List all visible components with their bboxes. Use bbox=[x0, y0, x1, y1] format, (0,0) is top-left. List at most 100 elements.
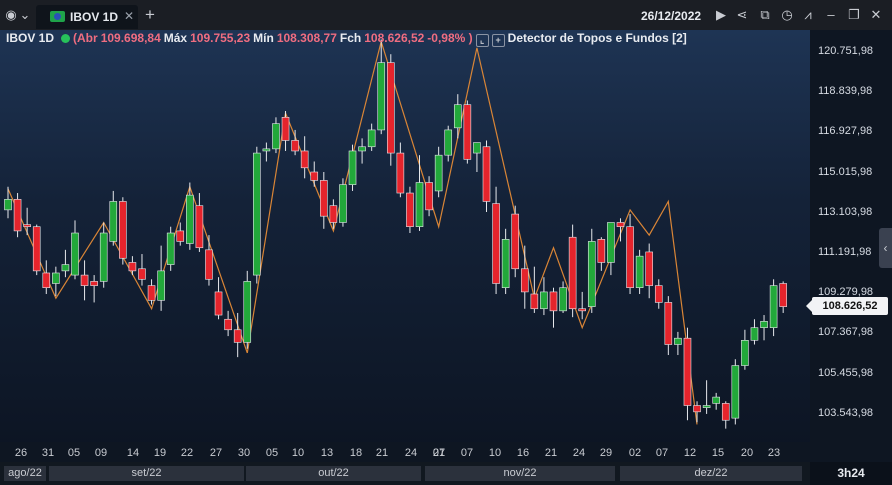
candle-body-down bbox=[693, 405, 701, 413]
candle bbox=[367, 123, 376, 151]
candle bbox=[243, 270, 252, 349]
candle bbox=[607, 222, 615, 276]
candle bbox=[90, 275, 98, 303]
candle-body-down bbox=[23, 224, 31, 227]
candle-body-down bbox=[300, 150, 309, 169]
chevron-down-icon[interactable]: ⌄ bbox=[17, 7, 33, 23]
candle-timer: 3h24 bbox=[810, 462, 892, 485]
time-tick-label: 05 bbox=[67, 447, 81, 459]
candle-body-up bbox=[769, 285, 778, 328]
candle-body-down bbox=[329, 205, 338, 223]
time-tick-label: 16 bbox=[516, 447, 530, 459]
candle bbox=[109, 190, 118, 246]
candle bbox=[731, 359, 740, 425]
last-price-label: 108.626,52 bbox=[806, 297, 888, 315]
candle-body-down bbox=[616, 222, 625, 227]
candle-body-down bbox=[176, 230, 185, 242]
candle-body-down bbox=[396, 152, 405, 194]
side-panel-handle-icon[interactable]: ‹ bbox=[879, 228, 892, 268]
candle-body-up bbox=[99, 232, 108, 282]
restore-icon[interactable]: ❐ bbox=[846, 7, 862, 23]
candle-body-up bbox=[157, 270, 165, 301]
candle bbox=[654, 279, 663, 309]
candle-body-up bbox=[348, 150, 357, 185]
candle-body-up bbox=[367, 129, 376, 148]
candle-body-down bbox=[597, 239, 606, 263]
candle bbox=[291, 129, 299, 156]
high-value: 109.755,23 bbox=[190, 31, 251, 45]
tab-ibov[interactable]: IBOV 1D ✕ bbox=[36, 5, 138, 29]
close-window-icon[interactable]: ✕ bbox=[868, 7, 884, 23]
candlestick-plot[interactable] bbox=[0, 30, 810, 442]
candle bbox=[501, 228, 510, 295]
candle-body-down bbox=[664, 302, 673, 345]
candle bbox=[626, 214, 634, 295]
candle-body-down bbox=[425, 182, 433, 211]
candle-body-up bbox=[166, 232, 175, 265]
candle-body-down bbox=[214, 291, 223, 316]
candle-body-down bbox=[683, 337, 692, 406]
candle-body-up bbox=[61, 264, 70, 272]
candle bbox=[4, 186, 12, 219]
candle bbox=[281, 110, 290, 151]
candle bbox=[473, 142, 481, 173]
month-label: nov/22 bbox=[425, 466, 615, 481]
high-label: Máx bbox=[163, 31, 188, 45]
add-indicator-icon[interactable]: + bbox=[491, 34, 505, 47]
candle-body-down bbox=[138, 268, 146, 280]
collapse-icon[interactable]: ⌞ bbox=[475, 34, 489, 47]
price-tick-label: 120.751,98 bbox=[818, 45, 874, 57]
candle-body-up bbox=[702, 405, 711, 408]
candle bbox=[702, 380, 711, 414]
time-tick-label: 05 bbox=[265, 447, 279, 459]
candle bbox=[377, 39, 386, 135]
symbol-label: IBOV 1D bbox=[6, 31, 55, 45]
open-value: 109.698,84 bbox=[100, 31, 161, 45]
share-icon[interactable]: ⋖ bbox=[734, 7, 750, 23]
candle-body-down bbox=[482, 146, 491, 202]
time-tick-label: 07 bbox=[460, 447, 474, 459]
candle bbox=[721, 401, 730, 429]
candle-body-down bbox=[90, 281, 98, 286]
candle bbox=[320, 172, 328, 229]
candle-body-down bbox=[779, 283, 787, 307]
trend-icon[interactable]: ⩘ bbox=[800, 7, 816, 23]
candle bbox=[358, 138, 366, 164]
candle-body-up bbox=[559, 287, 567, 312]
play-icon[interactable]: ▶ bbox=[713, 7, 729, 23]
candle-body-down bbox=[195, 205, 204, 249]
candle-body-down bbox=[224, 318, 232, 331]
candle bbox=[224, 310, 232, 337]
add-tab-icon[interactable]: + bbox=[142, 6, 158, 23]
candle-body-down bbox=[645, 251, 653, 286]
candle-body-down bbox=[530, 293, 539, 310]
candle bbox=[434, 146, 443, 198]
time-tick-label: 10 bbox=[488, 447, 502, 459]
tab-title: IBOV 1D bbox=[70, 10, 119, 24]
close-icon[interactable]: ✕ bbox=[124, 9, 134, 23]
clock-icon[interactable]: ◷ bbox=[779, 7, 795, 23]
price-tick-label: 113.103,98 bbox=[818, 205, 873, 218]
candle bbox=[406, 186, 414, 234]
candle bbox=[272, 117, 280, 154]
candle-body-down bbox=[205, 249, 213, 280]
candle bbox=[166, 226, 175, 271]
candle bbox=[262, 142, 271, 162]
indicator-label[interactable]: Detector de Topos e Fundos [2] bbox=[508, 31, 687, 45]
candle bbox=[741, 329, 749, 370]
current-date: 26/12/2022 bbox=[641, 9, 702, 23]
candle-body-down bbox=[119, 201, 127, 259]
candle-body-up bbox=[243, 281, 252, 343]
candle-body-up bbox=[501, 239, 510, 289]
time-tick-label: 13 bbox=[320, 447, 334, 459]
candle-body-up bbox=[750, 327, 759, 341]
minimize-icon[interactable]: – bbox=[823, 7, 839, 23]
candle bbox=[386, 54, 395, 166]
candle-body-down bbox=[32, 226, 41, 272]
candle bbox=[253, 146, 261, 284]
candle bbox=[779, 281, 787, 313]
time-tick-label: 31 bbox=[41, 447, 55, 459]
detach-window-icon[interactable]: ⧉ bbox=[757, 7, 773, 23]
price-tick-label: 115.015,98 bbox=[818, 165, 873, 178]
candle bbox=[559, 281, 567, 313]
